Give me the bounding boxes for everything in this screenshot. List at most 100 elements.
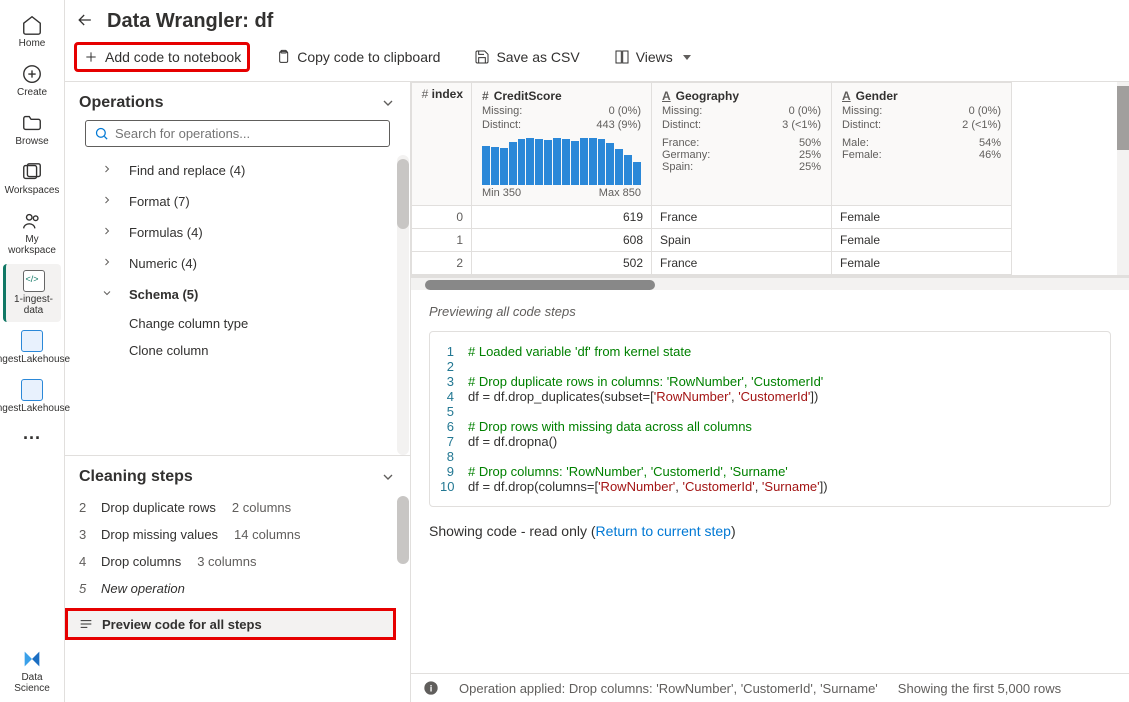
- preview-all-steps-button[interactable]: Preview code for all steps: [65, 608, 396, 640]
- operations-title: Operations: [79, 94, 163, 112]
- leftbar-label: Browse: [15, 136, 48, 147]
- operation-item[interactable]: Schema (5): [95, 279, 402, 310]
- line-number: 4: [440, 389, 468, 404]
- data-science-icon: [21, 648, 43, 670]
- step-item[interactable]: 5New operation: [65, 575, 396, 602]
- leftbar-item-create[interactable]: Create: [3, 57, 61, 104]
- chevron-right-icon: [101, 194, 115, 209]
- people-icon: [21, 210, 43, 232]
- leftbar-item-1-ingest-data[interactable]: 1-ingest-data: [3, 264, 61, 322]
- copy-code-button[interactable]: Copy code to clipboard: [267, 43, 448, 71]
- statusbar: i Operation applied: Drop columns: 'RowN…: [411, 673, 1129, 702]
- svg-text:i: i: [430, 683, 433, 693]
- data-area: # index# CreditScoreMissing:0 (0%)Distin…: [411, 82, 1129, 702]
- code-block: 1# Loaded variable 'df' from kernel stat…: [429, 331, 1111, 507]
- step-number: 3: [79, 527, 91, 542]
- horizontal-scrollbar[interactable]: [411, 276, 1129, 290]
- status-message: Operation applied: Drop columns: 'RowNum…: [459, 681, 878, 696]
- more-button[interactable]: ···: [3, 422, 61, 455]
- chevron-right-icon: [101, 163, 115, 178]
- operation-label: Numeric (4): [129, 256, 197, 271]
- leftbar-item-browse[interactable]: Browse: [3, 106, 61, 153]
- code-line: 10df = df.drop(columns=['RowNumber', 'Cu…: [440, 479, 1100, 494]
- steps-title: Cleaning steps: [79, 468, 193, 486]
- cell-index: 0: [412, 206, 472, 229]
- leftbar-item-my-workspace[interactable]: My workspace: [3, 204, 61, 262]
- operations-header: Operations: [65, 82, 410, 120]
- operation-subitem[interactable]: Clone column: [95, 337, 402, 364]
- scrollbar-thumb[interactable]: [397, 496, 409, 564]
- back-button[interactable]: [75, 10, 95, 33]
- code-line: 2: [440, 359, 1100, 374]
- leftbar-label: IngestLakehouse: [0, 354, 70, 365]
- leftbar-label: 1-ingest-data: [6, 294, 61, 316]
- toolbar: Add code to notebook Copy code to clipbo…: [65, 39, 1129, 81]
- step-meta: 3 columns: [197, 554, 256, 569]
- more-icon: ···: [23, 428, 41, 449]
- table-row[interactable]: 1608SpainFemale: [412, 229, 1012, 252]
- home-icon: [21, 14, 43, 36]
- leftbar-item-ingestlakehouse[interactable]: IngestLakehouse: [3, 373, 61, 420]
- clipboard-icon: [275, 49, 291, 65]
- step-item[interactable]: 4Drop columns3 columns: [65, 548, 396, 575]
- views-icon: [614, 49, 630, 65]
- operation-item[interactable]: Find and replace (4): [95, 155, 402, 186]
- folder-icon: [21, 112, 43, 134]
- line-number: 2: [440, 359, 468, 374]
- leftbar-item-ingestlakehouse[interactable]: IngestLakehouse: [3, 324, 61, 371]
- info-icon: i: [423, 680, 439, 696]
- vertical-scrollbar[interactable]: [1117, 82, 1129, 275]
- data-science-button[interactable]: Data Science: [3, 642, 61, 700]
- code-line: 4df = df.drop_duplicates(subset=['RowNum…: [440, 389, 1100, 404]
- code-line: 3# Drop duplicate rows in columns: 'RowN…: [440, 374, 1100, 389]
- operation-item[interactable]: Format (7): [95, 186, 402, 217]
- views-button[interactable]: Views: [606, 43, 699, 71]
- table-row[interactable]: 2502FranceFemale: [412, 252, 1012, 275]
- operation-item[interactable]: Formulas (4): [95, 217, 402, 248]
- cell: Female: [832, 206, 1012, 229]
- histogram: [482, 137, 641, 185]
- add-code-button[interactable]: Add code to notebook: [75, 43, 249, 71]
- cell: 608: [472, 229, 652, 252]
- code-preview-icon: [78, 616, 94, 632]
- operation-label: Schema (5): [129, 287, 198, 302]
- leftbar-item-home[interactable]: Home: [3, 8, 61, 55]
- views-label: Views: [636, 49, 673, 65]
- operation-item[interactable]: Numeric (4): [95, 248, 402, 279]
- operation-label: Formulas (4): [129, 225, 203, 240]
- table-row[interactable]: 0619FranceFemale: [412, 206, 1012, 229]
- search-input-wrap[interactable]: [85, 120, 390, 147]
- cell: Female: [832, 229, 1012, 252]
- leftbar-label: Home: [19, 38, 46, 49]
- lakehouse-icon: [21, 379, 43, 401]
- distribution: Male:54%Female:46%: [842, 137, 1001, 161]
- step-meta: 14 columns: [234, 527, 300, 542]
- search-input[interactable]: [115, 126, 381, 141]
- save-csv-button[interactable]: Save as CSV: [466, 43, 587, 71]
- line-number: 9: [440, 464, 468, 479]
- operation-subitem[interactable]: Change column type: [95, 310, 402, 337]
- chevron-down-icon[interactable]: [380, 95, 396, 111]
- scrollbar-thumb[interactable]: [397, 159, 409, 229]
- code-title: Previewing all code steps: [429, 304, 1111, 319]
- return-link[interactable]: Return to current step: [596, 523, 731, 539]
- step-item[interactable]: 2Drop duplicate rows2 columns: [65, 494, 396, 521]
- column-header[interactable]: # CreditScoreMissing:0 (0%)Distinct:443 …: [472, 83, 652, 206]
- content: Operations Find and replace (4)Format (7…: [65, 81, 1129, 702]
- chevron-right-icon: [101, 287, 115, 302]
- cell: France: [652, 252, 832, 275]
- column-header[interactable]: # index: [412, 83, 472, 206]
- notebook-file-icon: [23, 270, 45, 292]
- data-table: # index# CreditScoreMissing:0 (0%)Distin…: [411, 82, 1012, 275]
- chevron-down-icon[interactable]: [380, 469, 396, 485]
- step-item[interactable]: 3Drop missing values14 columns: [65, 521, 396, 548]
- leftbar-item-workspaces[interactable]: Workspaces: [3, 155, 61, 202]
- column-header[interactable]: A GeographyMissing:0 (0%)Distinct:3 (<1%…: [652, 83, 832, 206]
- leftbar-label: Workspaces: [5, 185, 60, 196]
- lakehouse-icon: [21, 330, 43, 352]
- table-wrap[interactable]: # index# CreditScoreMissing:0 (0%)Distin…: [411, 82, 1129, 276]
- cell: 619: [472, 206, 652, 229]
- leftbar-label: Create: [17, 87, 47, 98]
- left-sidebar: Home Create Browse Workspaces My workspace 1-…: [0, 0, 65, 702]
- column-header[interactable]: A GenderMissing:0 (0%)Distinct:2 (<1%)Ma…: [832, 83, 1012, 206]
